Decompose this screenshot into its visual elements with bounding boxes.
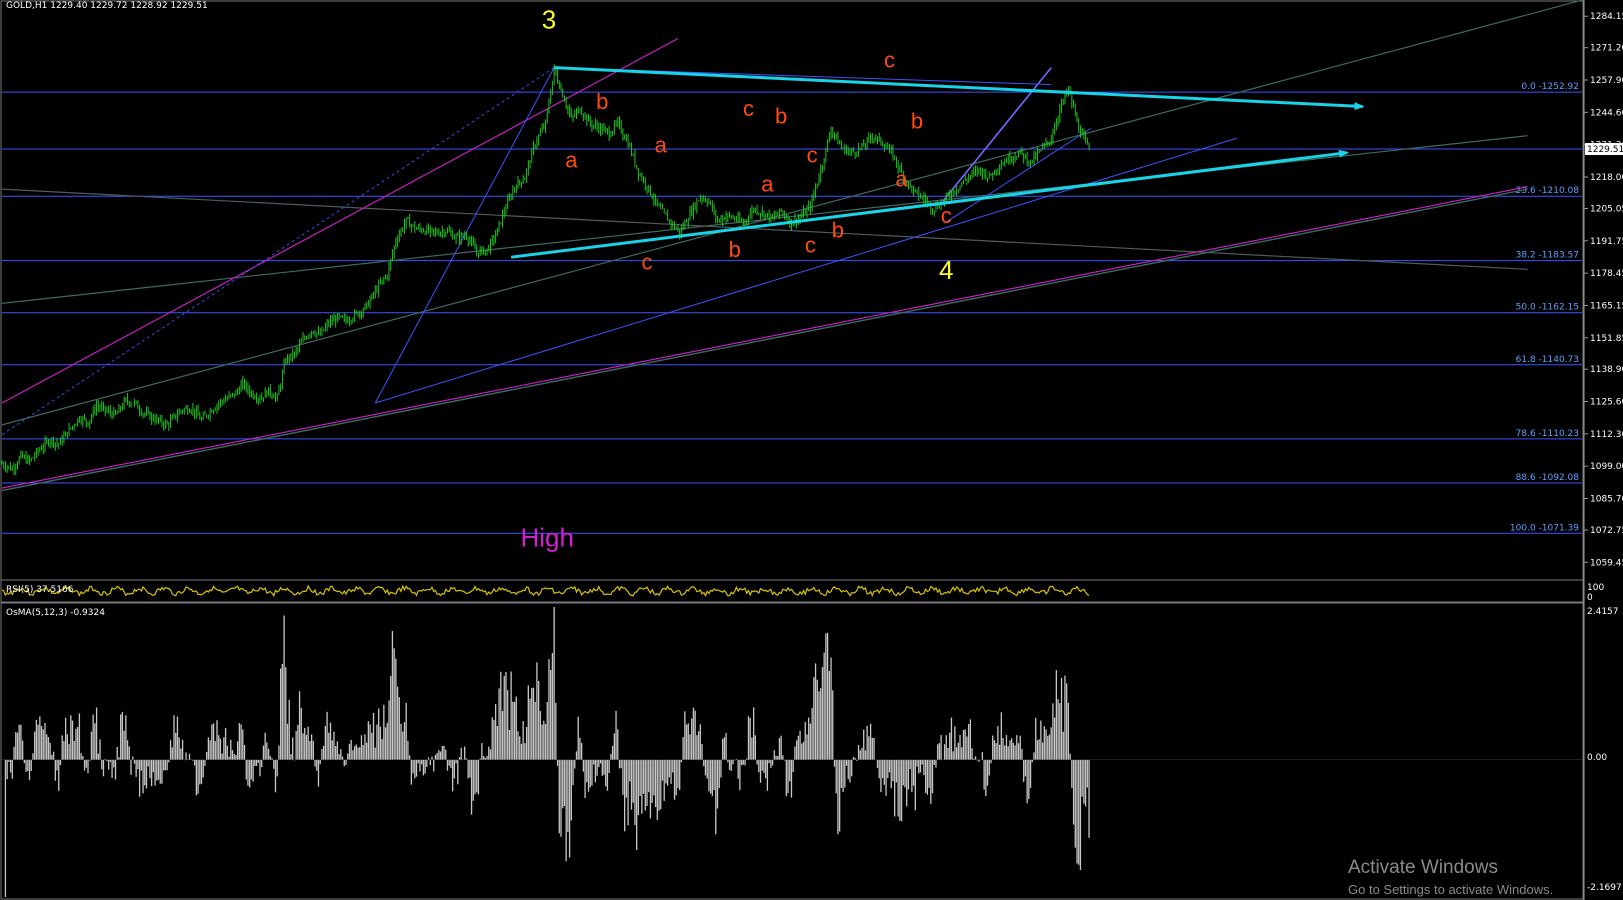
rsi-line	[1, 584, 1090, 598]
wave-label: b	[775, 104, 787, 129]
price-tick-label: 1151.85	[1590, 334, 1623, 344]
price-tick-label: 1099.00	[1590, 462, 1623, 472]
wave-label: a	[655, 133, 668, 158]
fib-level-label: 78.6 -1110.23	[1516, 429, 1579, 439]
trend-lines	[1, 0, 1585, 492]
price-tick-labels: 1284.151271.201257.901244.601231.301218.…	[1584, 12, 1623, 568]
osma-panel-frame	[0, 602, 1584, 900]
base-trend-line	[1, 188, 1528, 492]
price-tick-label: 1085.70	[1590, 495, 1623, 505]
price-tick-label: 1178.45	[1590, 269, 1623, 279]
price-tick-label: 1205.05	[1590, 204, 1623, 214]
wave-label: a	[761, 172, 774, 197]
rsi-tick-100: 100	[1587, 583, 1604, 593]
price-axis[interactable]: 1284.151271.201257.901244.601231.301218.…	[1583, 0, 1623, 900]
wave-label: c	[743, 96, 754, 121]
wave-label: c	[884, 48, 895, 73]
price-tick-label: 1059.45	[1590, 558, 1623, 568]
wave-label: 4	[939, 255, 953, 285]
wave-label: b	[596, 89, 608, 114]
channel-line-upper	[1, 0, 1585, 426]
price-tick-label: 1112.30	[1590, 430, 1623, 440]
wave-label: c	[805, 232, 816, 257]
candle-series	[1, 64, 1090, 476]
channel-line-descending	[1, 188, 1528, 270]
osma-tick-max: 2.4157	[1587, 607, 1619, 617]
main-price-panel[interactable]: 0.0 -1252.9223.6 -1210.0838.2 -1183.5750…	[0, 0, 1593, 581]
price-tick-label: 1165.15	[1590, 301, 1623, 311]
osma-histogram	[2, 607, 1582, 897]
current-price-label: 1229.51	[1587, 145, 1623, 155]
main-panel-frame	[0, 0, 1584, 581]
watermark-title: Activate Windows	[1348, 857, 1498, 878]
fib-level-label: 0.0 -1252.92	[1521, 82, 1579, 92]
price-tick-label: 1125.60	[1590, 398, 1623, 408]
wave-label: b	[832, 218, 844, 243]
wave-label: High	[520, 522, 573, 552]
rsi-panel[interactable]: RSI(5) 37.5166	[0, 579, 1584, 603]
price-tick-label: 1072.75	[1590, 526, 1623, 536]
osma-panel[interactable]: OsMA(5,12,3) -0.9324	[0, 602, 1584, 900]
osma-tick-zero: 0.00	[1587, 753, 1607, 763]
fib-level-label: 50.0 -1162.15	[1516, 303, 1579, 313]
watermark-subtitle: Go to Settings to activate Windows.	[1348, 882, 1553, 897]
symbol-label: GOLD,H1 1229.40 1229.72 1228.92 1229.51	[6, 1, 208, 11]
price-tick-label: 1191.75	[1590, 237, 1623, 247]
blue-fan-line	[1, 67, 555, 435]
magenta-upper-line	[1, 37, 679, 404]
magenta-base-line	[1, 186, 1528, 489]
wave-labels: 3baacc babccbcbac4High	[520, 5, 953, 553]
price-tick-label: 1138.90	[1590, 365, 1623, 375]
wave-label: a	[895, 167, 908, 192]
rsi-tick-0: 0	[1587, 593, 1593, 603]
wave-label: a	[565, 147, 578, 172]
blue-wedge-line	[944, 127, 1092, 224]
wave-label: 3	[542, 5, 556, 35]
fib-level-label: 88.6 -1092.08	[1516, 473, 1580, 483]
price-tick-label: 1257.90	[1590, 76, 1623, 86]
rsi-axis: 100 0	[1587, 583, 1604, 603]
fib-level-label: 38.2 -1183.57	[1516, 251, 1579, 261]
fibonacci-levels: 0.0 -1252.9223.6 -1210.0838.2 -1183.5750…	[2, 82, 1582, 534]
channel-line-mid	[1, 135, 1528, 304]
price-tick-label: 1218.00	[1590, 173, 1623, 183]
cyan-resistance-line	[554, 66, 1365, 111]
wave-label: b	[729, 237, 741, 262]
chart-root: 0.0 -1252.9223.6 -1210.0838.2 -1183.5750…	[0, 0, 1623, 900]
wave-label: b	[911, 108, 923, 133]
fib-level-label: 100.0 -1071.39	[1510, 523, 1579, 533]
wave-label: c	[941, 203, 952, 228]
price-tick-label: 1271.20	[1590, 44, 1623, 54]
osma-label: OsMA(5,12,3) -0.9324	[6, 608, 105, 618]
blue-lower-channel	[375, 137, 1238, 404]
wave-label: c	[807, 142, 818, 167]
wave-label: c	[642, 249, 653, 274]
rsi-label: RSI(5) 37.5166	[6, 585, 74, 595]
windows-activation-watermark: Activate Windows Go to Settings to activ…	[1348, 857, 1553, 897]
price-tick-label: 1244.60	[1590, 108, 1623, 118]
osma-axis: 2.4157 0.00 -2.1697	[1587, 607, 1622, 893]
fib-level-label: 61.8 -1140.73	[1516, 355, 1579, 365]
price-tick-label: 1284.15	[1590, 12, 1623, 22]
cyan-channel-lines	[510, 66, 1365, 259]
osma-tick-min: -2.1697	[1587, 883, 1622, 893]
rsi-panel-frame	[0, 579, 1584, 603]
